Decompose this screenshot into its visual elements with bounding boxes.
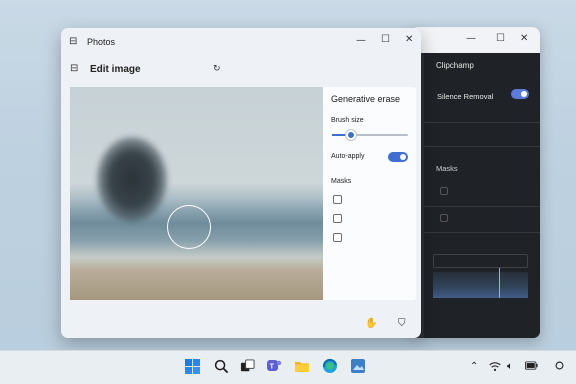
auto-apply-toggle[interactable] xyxy=(388,152,408,162)
photos-app-icon: ⊟ xyxy=(69,36,78,47)
silence-removal-toggle[interactable] xyxy=(511,89,529,99)
clipchamp-mask-checkbox[interactable] xyxy=(440,187,448,195)
timeline-track[interactable] xyxy=(433,254,528,268)
shield-check-icon[interactable]: ⛉ xyxy=(398,318,406,329)
mask-checkbox-3[interactable] xyxy=(333,233,342,242)
battery-icon[interactable] xyxy=(525,361,538,373)
windows-start-icon[interactable] xyxy=(183,357,201,375)
brush-size-label: Brush size xyxy=(331,117,364,124)
notification-icon[interactable] xyxy=(555,361,564,373)
timeline-playhead[interactable] xyxy=(499,268,500,298)
photos-maximize-button[interactable]: ☐ xyxy=(381,34,390,45)
task-view-icon[interactable] xyxy=(238,357,256,375)
loading-spinner-icon: ↻ xyxy=(213,64,221,74)
brush-cursor[interactable] xyxy=(167,205,211,249)
clipchamp-divider xyxy=(424,146,540,147)
file-explorer-icon[interactable] xyxy=(293,357,311,375)
volume-icon[interactable]: 🔈︎ xyxy=(507,361,513,372)
mask-checkbox-2[interactable] xyxy=(333,214,342,223)
sidebar-toggle-icon[interactable]: ⊟ xyxy=(70,63,78,74)
clipchamp-maximize-button[interactable]: ☐ xyxy=(496,33,505,44)
search-icon[interactable] xyxy=(212,357,230,375)
audio-waveform[interactable] xyxy=(433,272,528,298)
generative-erase-title: Generative erase xyxy=(331,94,401,104)
edge-icon[interactable] xyxy=(321,357,339,375)
clipchamp-divider xyxy=(424,206,540,207)
photos-window-title: Photos xyxy=(87,37,116,47)
clipchamp-divider xyxy=(424,232,540,233)
mask-checkbox-1[interactable] xyxy=(333,195,342,204)
image-canvas[interactable] xyxy=(70,87,323,300)
erase-mask-region xyxy=(97,137,167,222)
silence-removal-label: Silence Removal xyxy=(437,92,494,101)
teams-icon[interactable]: T xyxy=(265,357,283,375)
wifi-icon[interactable] xyxy=(489,361,501,375)
auto-apply-label: Auto-apply xyxy=(331,153,365,160)
clipchamp-title: Clipchamp xyxy=(436,61,474,70)
photos-app-icon[interactable] xyxy=(349,357,367,375)
clipchamp-divider xyxy=(424,122,540,123)
chevron-up-icon[interactable]: ⌃ xyxy=(470,361,478,372)
clipchamp-masks-label: Masks xyxy=(436,164,458,173)
clipchamp-close-button[interactable]: ✕ xyxy=(520,33,528,44)
clipchamp-titlebar: — ☐ ✕ xyxy=(410,27,540,53)
masks-label: Masks xyxy=(331,178,352,185)
pan-hand-icon[interactable]: ✋ xyxy=(365,318,377,329)
brush-size-slider-thumb[interactable] xyxy=(346,130,356,140)
clipchamp-mask-checkbox[interactable] xyxy=(440,214,448,222)
clipchamp-minimize-button[interactable]: — xyxy=(466,33,476,44)
photos-close-button[interactable]: ✕ xyxy=(405,34,413,45)
svg-text:T: T xyxy=(270,364,275,371)
edit-image-header: Edit image xyxy=(90,64,141,75)
photos-minimize-button[interactable]: — xyxy=(356,35,366,46)
